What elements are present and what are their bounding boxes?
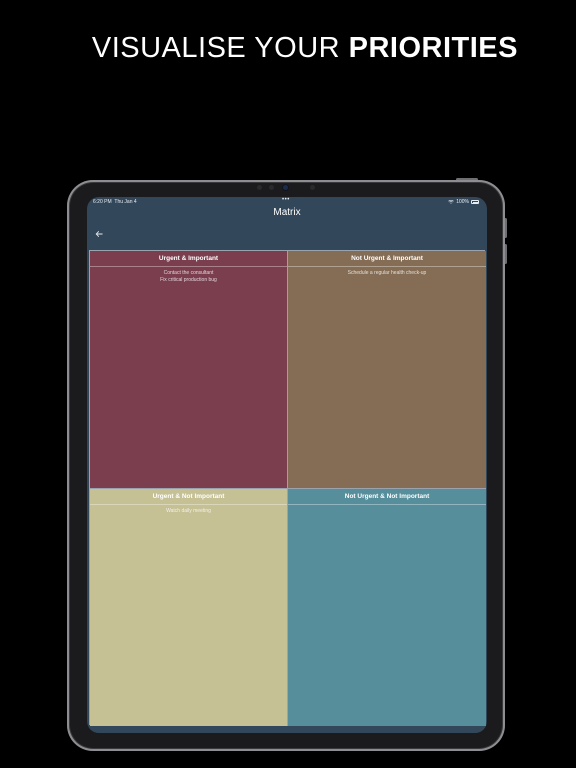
wifi-icon bbox=[448, 200, 454, 204]
status-bar: 6:20 PM Thu Jan 4 ••• 100% bbox=[87, 197, 487, 207]
task-list bbox=[288, 505, 486, 508]
task-item[interactable]: Watch daily meeting bbox=[90, 508, 287, 515]
task-item[interactable]: Contact the consultant bbox=[90, 270, 287, 277]
bottom-bar bbox=[87, 727, 487, 733]
promo-page: VISUALISE YOUR PRIORITIES 6:20 PM Thu Ja… bbox=[0, 0, 576, 768]
sensor-icon bbox=[310, 185, 315, 190]
task-list: Schedule a regular health check-up bbox=[288, 267, 486, 277]
quadrant-title: Not Urgent & Important bbox=[288, 251, 486, 267]
quadrant-title: Not Urgent & Not Important bbox=[288, 489, 486, 505]
back-arrow-glyph bbox=[95, 231, 103, 237]
quadrant-not-urgent-not-important[interactable]: Not Urgent & Not Important bbox=[288, 489, 486, 726]
quadrant-not-urgent-important[interactable]: Not Urgent & Important Schedule a regula… bbox=[288, 251, 486, 489]
back-arrow-icon[interactable] bbox=[95, 230, 105, 240]
camera-lens-icon bbox=[283, 185, 288, 190]
headline-bold-text: PRIORITIES bbox=[348, 32, 518, 64]
status-date: Thu Jan 4 bbox=[114, 199, 137, 205]
eisenhower-matrix: Urgent & Important Contact the consultan… bbox=[89, 250, 486, 726]
task-item[interactable]: Fix critical production bug bbox=[90, 277, 287, 284]
task-list: Contact the consultant Fix critical prod… bbox=[90, 267, 287, 284]
quadrant-urgent-not-important[interactable]: Urgent & Not Important Watch daily meeti… bbox=[90, 489, 288, 726]
promo-headline: VISUALISE YOUR PRIORITIES bbox=[0, 32, 576, 65]
status-time: 6:20 PM Thu Jan 4 bbox=[93, 199, 137, 205]
quadrant-urgent-important[interactable]: Urgent & Important Contact the consultan… bbox=[90, 251, 288, 489]
task-list: Watch daily meeting bbox=[90, 505, 287, 515]
page-title: Matrix bbox=[273, 207, 301, 218]
sensor-icon bbox=[257, 185, 262, 190]
quadrant-title: Urgent & Not Important bbox=[90, 489, 287, 505]
camera-bar bbox=[252, 184, 322, 192]
multitask-dots[interactable]: ••• bbox=[282, 197, 290, 203]
battery-icon bbox=[471, 200, 479, 204]
status-indicators: 100% bbox=[448, 199, 479, 205]
task-item[interactable]: Schedule a regular health check-up bbox=[288, 270, 486, 277]
quadrant-title: Urgent & Important bbox=[90, 251, 287, 267]
battery-percent: 100% bbox=[456, 199, 469, 205]
headline-light-text: VISUALISE YOUR bbox=[91, 32, 349, 64]
app-screen: 6:20 PM Thu Jan 4 ••• 100% Matrix Urgent… bbox=[87, 197, 487, 733]
sensor-icon bbox=[269, 185, 274, 190]
status-time-value: 6:20 PM bbox=[93, 199, 112, 205]
